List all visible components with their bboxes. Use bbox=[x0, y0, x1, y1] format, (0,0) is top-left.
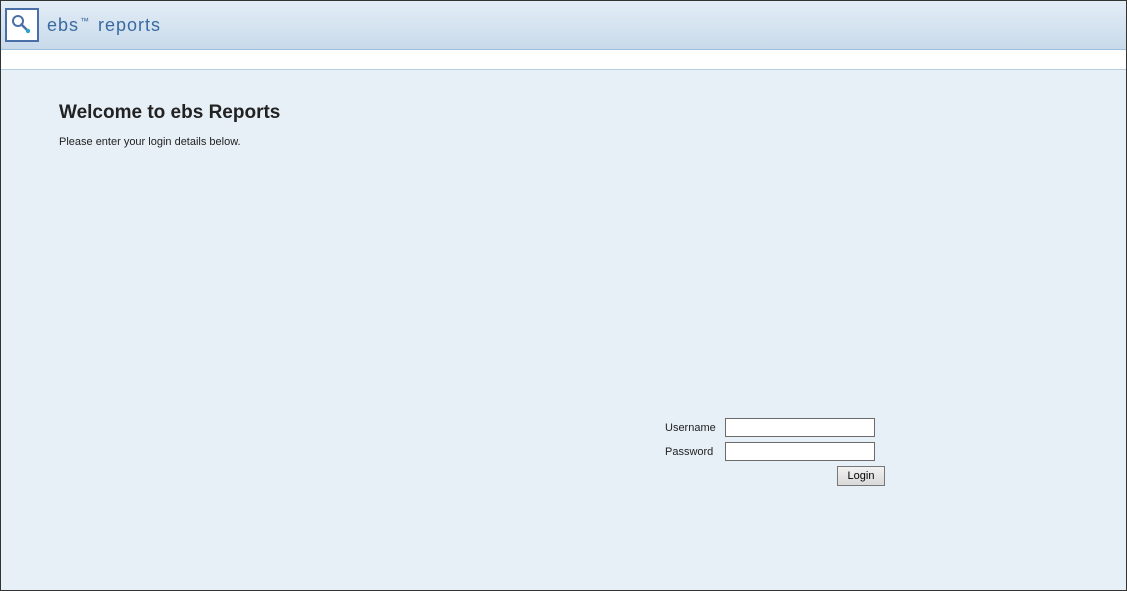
brand-prefix: ebs bbox=[47, 15, 79, 35]
instruction-text: Please enter your login details below. bbox=[59, 136, 1068, 148]
username-input[interactable] bbox=[725, 418, 875, 437]
app-frame: ebs™ reports Welcome to ebs Reports Pleas… bbox=[0, 0, 1127, 591]
password-input[interactable] bbox=[725, 442, 875, 461]
brand-tm: ™ bbox=[80, 16, 90, 26]
header-spacer bbox=[1, 50, 1126, 70]
logo-icon bbox=[5, 8, 39, 42]
login-form: Username Password Login bbox=[665, 418, 885, 486]
brand-suffix: reports bbox=[98, 15, 161, 35]
login-button[interactable]: Login bbox=[837, 466, 885, 486]
login-button-row: Login bbox=[665, 466, 885, 486]
password-row: Password bbox=[665, 442, 885, 461]
username-row: Username bbox=[665, 418, 885, 437]
header-bar: ebs™ reports bbox=[1, 1, 1126, 50]
username-label: Username bbox=[665, 422, 725, 434]
password-label: Password bbox=[665, 446, 725, 458]
content-area: Welcome to ebs Reports Please enter your… bbox=[1, 70, 1126, 589]
welcome-heading: Welcome to ebs Reports bbox=[59, 102, 1068, 124]
brand-text: ebs™ reports bbox=[47, 15, 161, 36]
